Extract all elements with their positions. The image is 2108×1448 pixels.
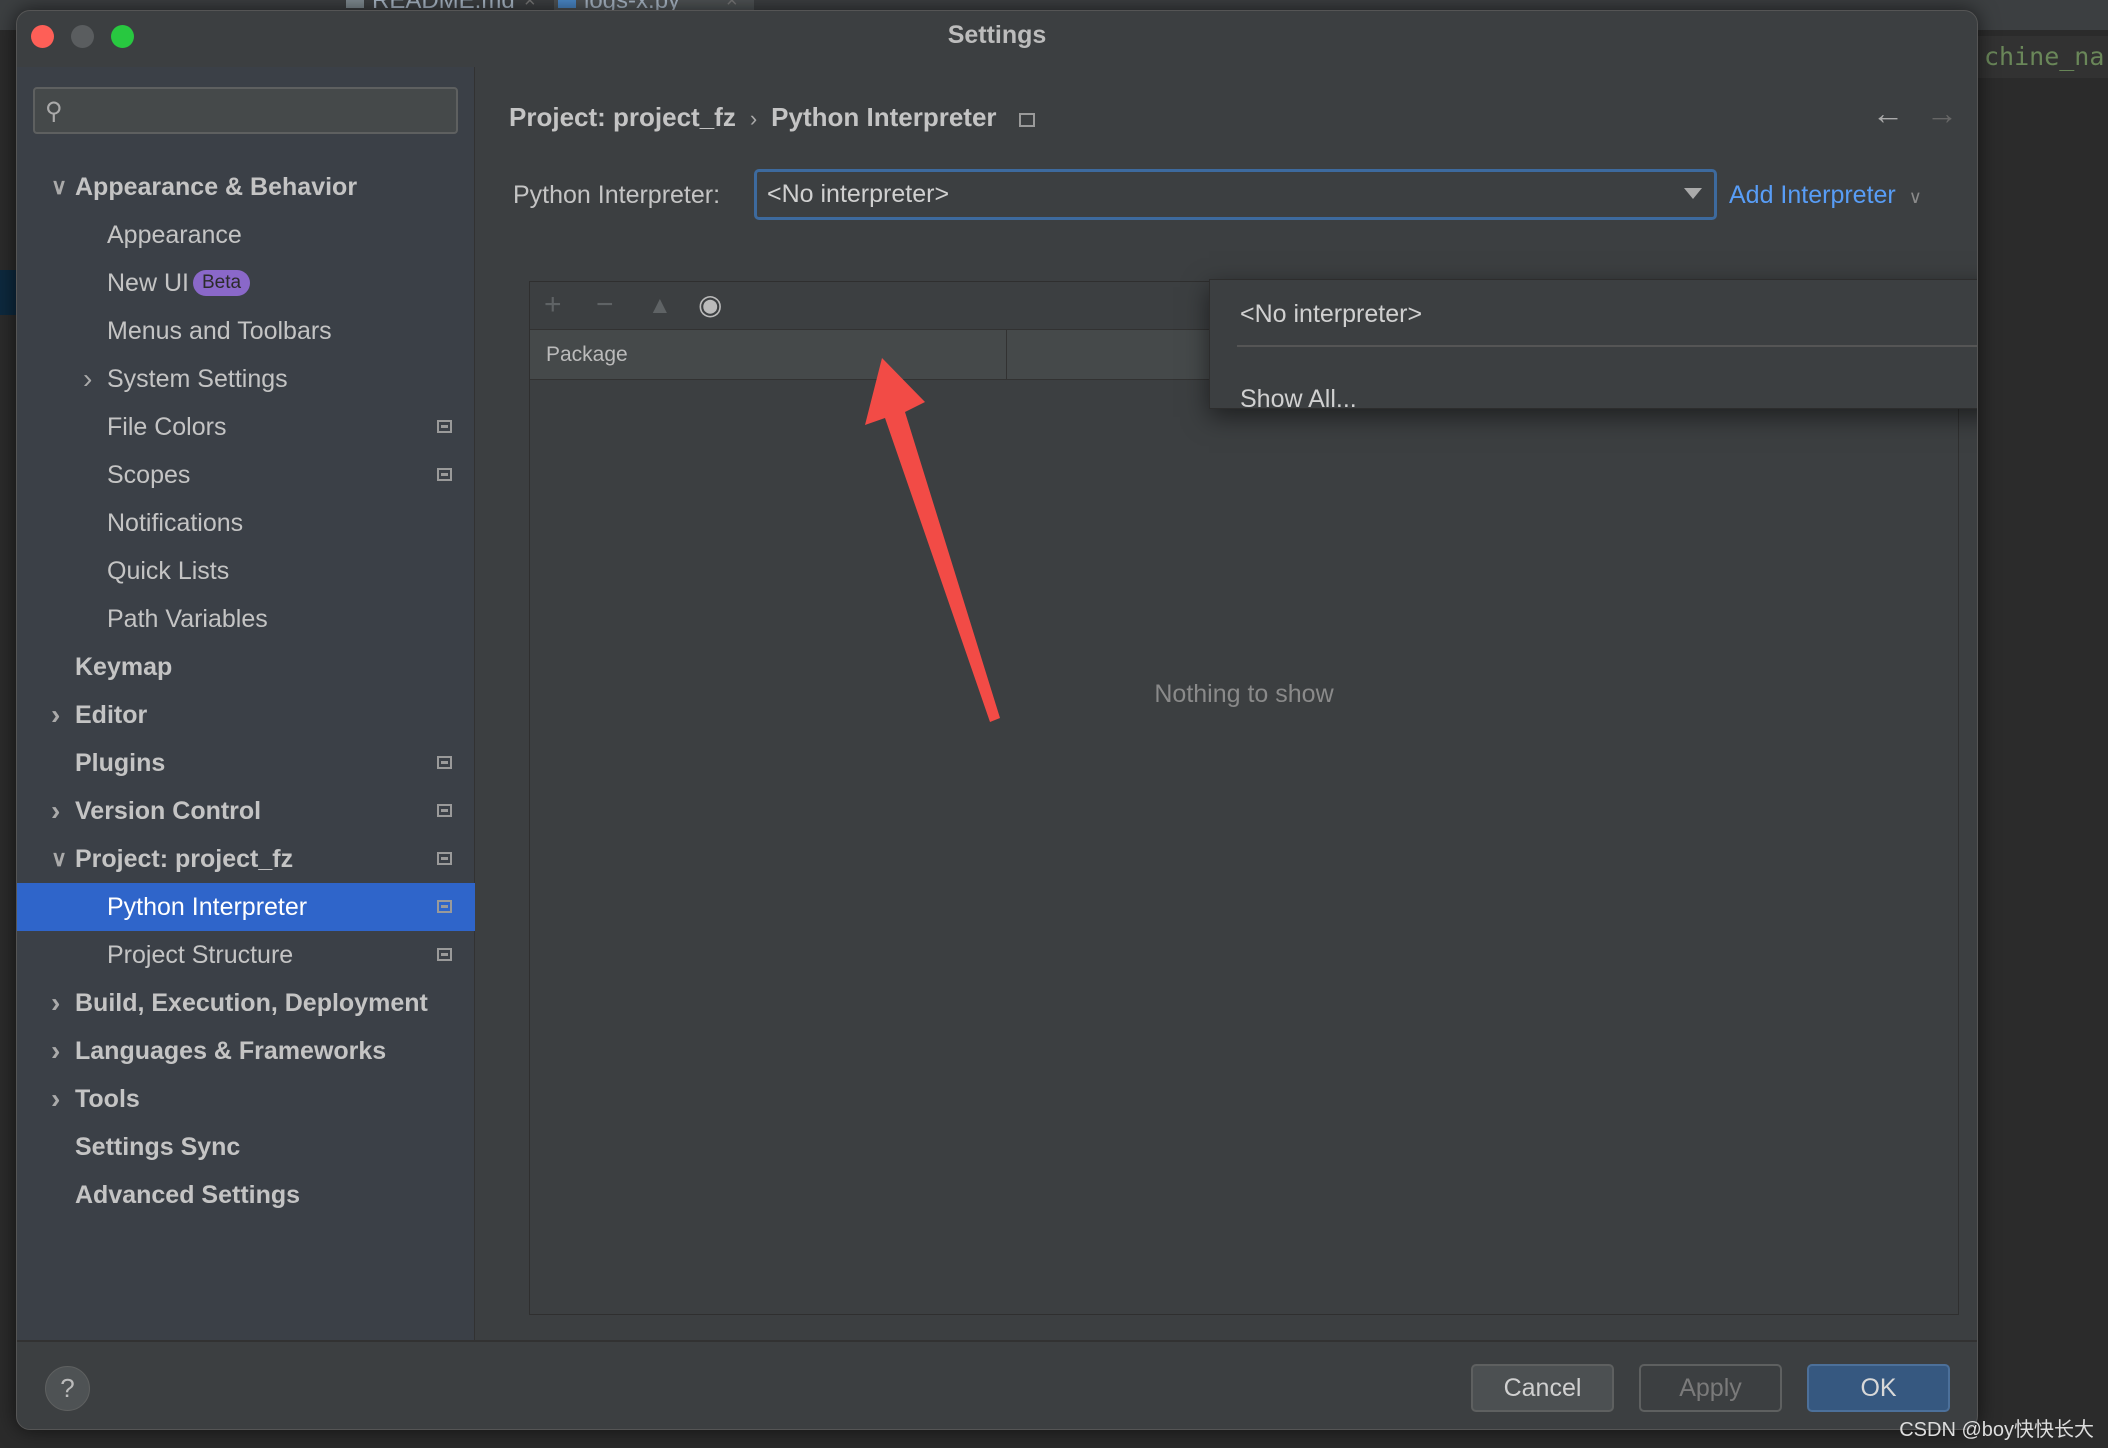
annotation-arrow bbox=[865, 358, 1000, 722]
watermark: CSDN @boy快快长大 bbox=[1899, 1419, 2094, 1441]
